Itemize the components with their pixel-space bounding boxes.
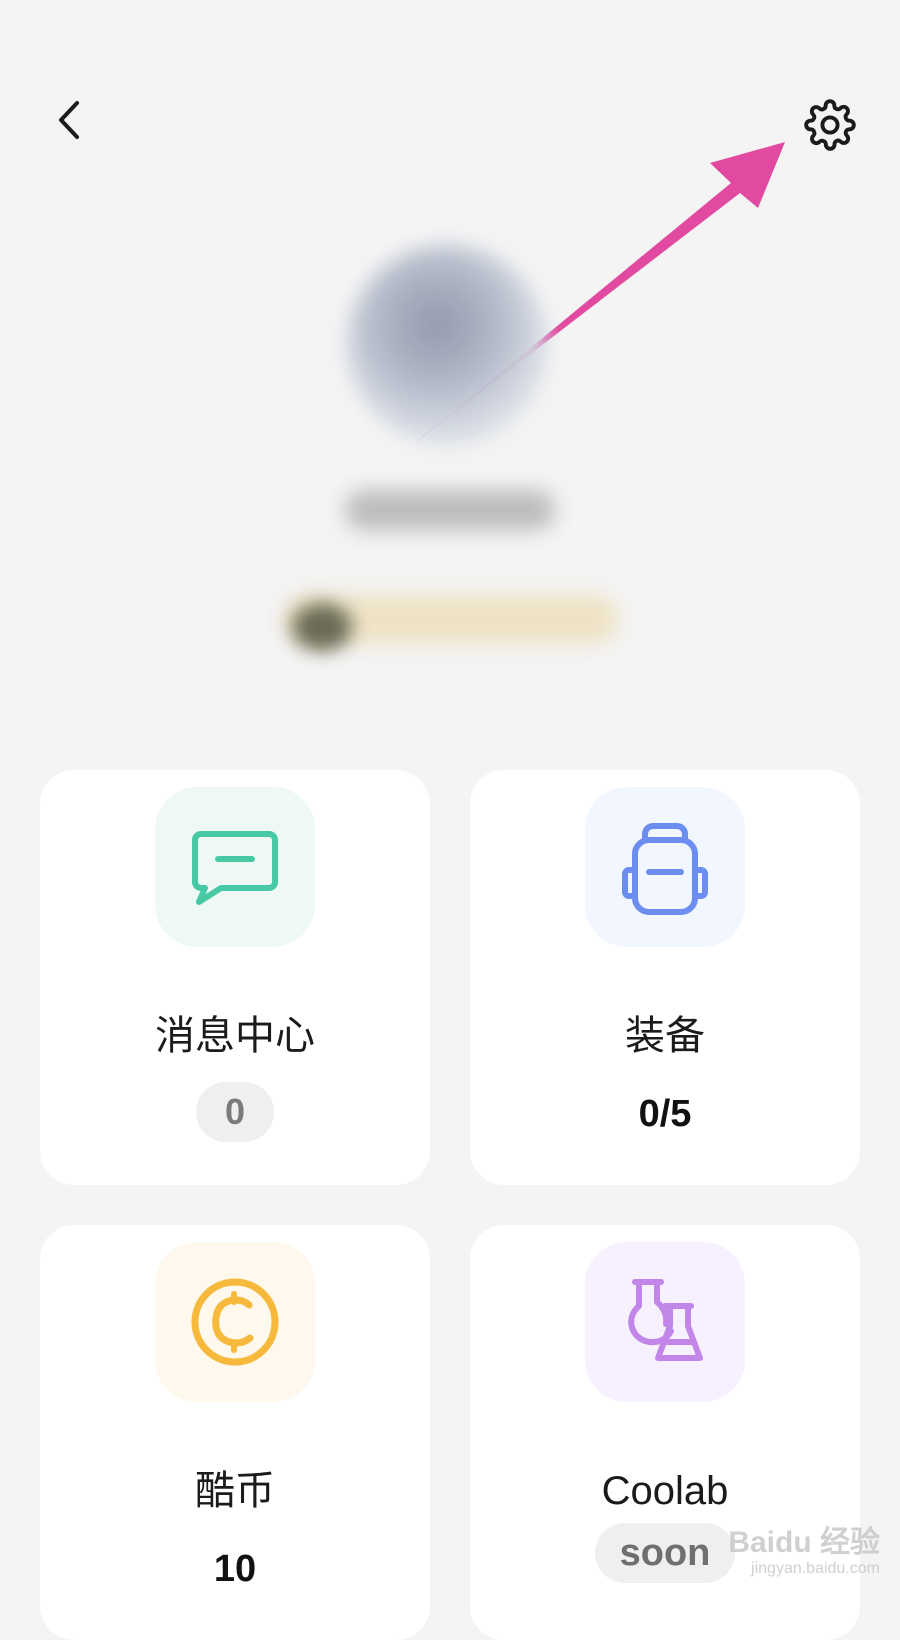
coins-value: 10: [213, 1548, 257, 1590]
messages-icon-container: [155, 787, 315, 947]
equipment-card[interactable]: 装备 0/5: [470, 770, 860, 1185]
messages-card[interactable]: 消息中心 0: [40, 770, 430, 1185]
lab-flask-icon: [628, 1279, 703, 1361]
message-bubble-icon: [192, 831, 278, 905]
settings-button[interactable]: [800, 95, 860, 155]
equipment-value: 0/5: [638, 1093, 692, 1135]
coins-card[interactable]: 酷币 10: [40, 1225, 430, 1640]
coolab-card[interactable]: Coolab soon: [470, 1225, 860, 1640]
coins-icon-container: [155, 1242, 315, 1402]
equipment-title: 装备: [625, 1014, 705, 1058]
backpack-icon: [622, 823, 708, 915]
coolab-soon-badge: soon: [595, 1523, 735, 1583]
coolab-icon-container: [585, 1242, 745, 1402]
messages-count-badge: 0: [196, 1082, 274, 1142]
avatar: [347, 245, 547, 445]
coolab-title: Coolab: [601, 1469, 729, 1513]
gear-icon: [804, 99, 856, 151]
messages-title: 消息中心: [155, 1014, 315, 1058]
coins-title: 酷币: [195, 1469, 275, 1513]
username-blurred: [345, 490, 555, 530]
back-button[interactable]: [44, 92, 92, 148]
coin-icon: [191, 1278, 279, 1366]
chevron-left-icon: [59, 101, 79, 139]
badge-icon: [292, 603, 352, 651]
equipment-icon-container: [585, 787, 745, 947]
